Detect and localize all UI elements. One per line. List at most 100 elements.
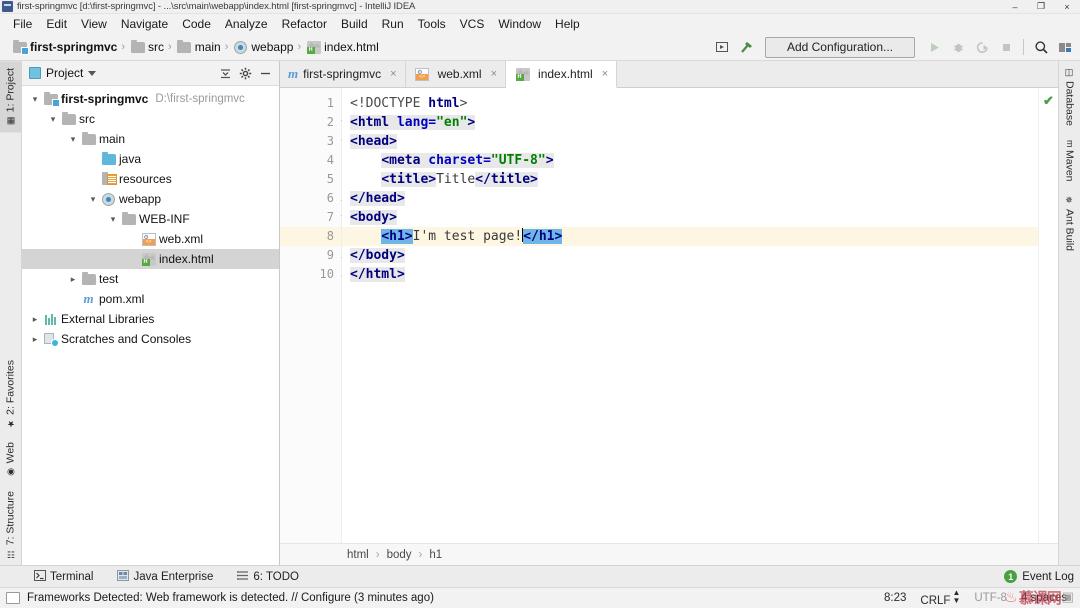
sidebar-item-project[interactable]: ▦ 1: Project [0, 61, 21, 133]
event-log-widget[interactable]: 1 Event Log [1004, 566, 1074, 587]
editor-area: m first-springmvc × ⚙ <> web.xml × H inde… [280, 61, 1058, 565]
hide-panel-button[interactable] [255, 63, 275, 83]
inspection-widget[interactable]: ✔ [1038, 88, 1058, 543]
breadcrumb-item-project[interactable]: first-springmvc [8, 38, 120, 56]
editor-breadcrumb-body[interactable]: body [382, 548, 417, 562]
bottom-tab-terminal[interactable]: Terminal [22, 568, 105, 586]
tree-row-scratches-and-consoles[interactable]: ▸ Scratches and Consoles [22, 329, 279, 349]
menu-navigate[interactable]: Navigate [114, 15, 175, 33]
tree-row-src[interactable]: ▾ src [22, 109, 279, 129]
code-line-4: <meta charset="UTF-8"> [381, 153, 554, 168]
tree-row-test[interactable]: ▸ test [22, 269, 279, 289]
title-bar: first-springmvc [d:\first-springmvc] - .… [0, 0, 1080, 14]
libraries-icon [42, 313, 59, 325]
encoding-selector[interactable]: UTF-8 [967, 591, 1014, 605]
tree-row-external-libraries[interactable]: ▸ External Libraries [22, 309, 279, 329]
editor-tab-bar: m first-springmvc × ⚙ <> web.xml × H inde… [280, 61, 1058, 88]
close-button[interactable]: × [1054, 0, 1080, 14]
sidebar-item-structure[interactable]: ☷ 7: Structure [0, 484, 21, 565]
tree-row-web-inf[interactable]: ▾ WEB-INF [22, 209, 279, 229]
menu-refactor[interactable]: Refactor [275, 15, 334, 33]
tree-row-java[interactable]: java [22, 149, 279, 169]
close-icon[interactable]: × [491, 68, 497, 80]
tree-row-first-springmvc[interactable]: ▾ first-springmvc D:\first-springmvc [22, 89, 279, 109]
menu-vcs[interactable]: VCS [453, 15, 492, 33]
bottom-tab-todo[interactable]: 6: TODO [225, 568, 311, 586]
tree-row-pom-xml[interactable]: m pom.xml [22, 289, 279, 309]
code-line-1: <!DOCTYPE html> [350, 96, 468, 111]
tab-first-springmvc[interactable]: m first-springmvc × [280, 61, 406, 87]
chevron-down-icon[interactable]: ▾ [106, 214, 120, 225]
search-icon[interactable] [1030, 37, 1052, 58]
indent-selector[interactable]: 4 spaces [1014, 591, 1074, 605]
menu-tools[interactable]: Tools [411, 15, 453, 33]
caret-position[interactable]: 8:23 [877, 591, 913, 605]
editor-tab-filler [617, 61, 1058, 87]
editor-breadcrumb: html › body › h1 [280, 543, 1058, 565]
breadcrumb-item-index-html[interactable]: H index.html [302, 38, 382, 56]
chevron-down-icon[interactable]: ▾ [46, 114, 60, 125]
stop-icon[interactable] [995, 37, 1017, 58]
sidebar-item-database[interactable]: ◫ Database [1059, 61, 1080, 133]
debug-icon[interactable] [947, 37, 969, 58]
database-icon: ◫ [1065, 68, 1075, 78]
add-configuration-button[interactable]: Add Configuration... [765, 36, 915, 58]
notification-icon[interactable] [6, 592, 20, 604]
code-editor[interactable]: 1 2 3 4 5 6 7 8💡 9 10 <!DOCTYPE html> <h… [280, 88, 1058, 543]
run-coverage-icon[interactable] [971, 37, 993, 58]
run-icon[interactable] [923, 37, 945, 58]
menu-view[interactable]: View [74, 15, 114, 33]
tree-row-webapp[interactable]: ▾ webapp [22, 189, 279, 209]
event-log-badge: 1 [1004, 570, 1018, 583]
tree-row-index-html[interactable]: H index.html [22, 249, 279, 269]
tab-web-xml[interactable]: ⚙ <> web.xml × [405, 61, 507, 87]
code-text[interactable]: <!DOCTYPE html> <html lang="en"> <head> … [342, 88, 1038, 543]
editor-breadcrumb-html[interactable]: html [342, 548, 374, 562]
build-hammer-icon[interactable] [735, 37, 757, 58]
select-in-icon[interactable] [711, 37, 733, 58]
menu-code[interactable]: Code [175, 15, 218, 33]
inspection-ok-icon: ✔ [1043, 93, 1054, 108]
code-line-3: <head> [350, 134, 397, 149]
menu-run[interactable]: Run [375, 15, 411, 33]
chevron-down-icon[interactable]: ▾ [86, 194, 100, 205]
tree-row-main[interactable]: ▾ main [22, 129, 279, 149]
close-icon[interactable]: × [390, 68, 396, 80]
tree-row-web-xml[interactable]: ⚙ <> web.xml [22, 229, 279, 249]
project-structure-icon[interactable] [1054, 37, 1076, 58]
sidebar-item-maven[interactable]: m Maven [1059, 133, 1080, 189]
menu-edit[interactable]: Edit [39, 15, 74, 33]
collapse-all-button[interactable] [215, 63, 235, 83]
close-icon[interactable]: × [602, 68, 608, 80]
chevron-right-icon[interactable]: ▸ [28, 314, 42, 325]
line-separator-selector[interactable]: CRLF▲ ▼ [913, 588, 967, 608]
editor-breadcrumb-h1[interactable]: h1 [424, 548, 447, 562]
project-panel-title[interactable]: Project [26, 65, 99, 81]
status-message[interactable]: Frameworks Detected: Web framework is de… [27, 592, 434, 604]
breadcrumb-item-src[interactable]: src [126, 38, 167, 56]
chevron-down-icon[interactable]: ▾ [28, 94, 42, 105]
bottom-tab-java-enterprise[interactable]: Java Enterprise [105, 568, 225, 586]
breadcrumb-item-main[interactable]: main [173, 38, 224, 56]
chevron-right-icon[interactable]: ▸ [28, 334, 42, 345]
sidebar-item-ant-build[interactable]: ✵ Ant Build [1059, 189, 1080, 258]
menu-bar: File Edit View Navigate Code Analyze Ref… [0, 14, 1080, 34]
tree-row-resources[interactable]: resources [22, 169, 279, 189]
menu-window[interactable]: Window [491, 15, 548, 33]
maximize-button[interactable]: ❐ [1028, 0, 1054, 14]
chevron-right-icon[interactable]: ▸ [66, 274, 80, 285]
menu-analyze[interactable]: Analyze [218, 15, 275, 33]
menu-build[interactable]: Build [334, 15, 375, 33]
menu-file[interactable]: File [6, 15, 39, 33]
sidebar-item-favorites[interactable]: ★ 2: Favorites [0, 353, 21, 435]
tab-index-html[interactable]: H index.html × [506, 61, 618, 88]
gear-icon[interactable] [235, 63, 255, 83]
breadcrumb-item-webapp[interactable]: webapp [229, 38, 296, 56]
maven-icon: m [1065, 139, 1075, 148]
chevron-down-icon[interactable]: ▾ [66, 134, 80, 145]
sidebar-item-web[interactable]: ◉ Web [0, 435, 21, 483]
menu-help[interactable]: Help [548, 15, 587, 33]
source-folder-icon [100, 151, 117, 165]
minimize-button[interactable]: – [1002, 0, 1028, 14]
star-icon: ★ [5, 418, 15, 429]
